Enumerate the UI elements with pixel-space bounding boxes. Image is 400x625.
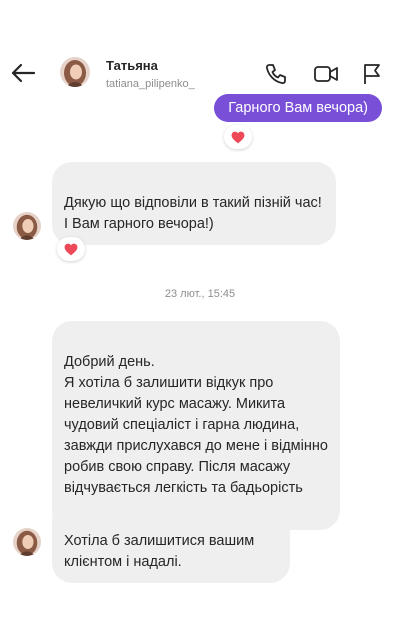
sender-avatar[interactable] xyxy=(13,528,41,556)
incoming-message[interactable]: Дякую що відповіли в такий пізній час! І… xyxy=(52,162,336,245)
heart-icon xyxy=(231,131,245,143)
message-text: Гарного Вам вечора) xyxy=(228,100,368,116)
sender-avatar[interactable] xyxy=(13,212,41,240)
message-reaction[interactable] xyxy=(57,237,85,261)
message-text: Дякую що відповіли в такий пізній час! І… xyxy=(64,195,322,232)
contact-username: tatiana_pilipenko_ xyxy=(106,78,195,90)
flag-icon xyxy=(364,64,380,84)
message-reaction[interactable] xyxy=(224,125,252,149)
message-timestamp: 23 лют., 15:45 xyxy=(164,288,236,300)
contact-name: Татьяна xyxy=(106,58,158,73)
contact-avatar[interactable] xyxy=(60,57,90,87)
incoming-message[interactable]: Хотіла б залишитися вашим клієнтом і над… xyxy=(52,500,290,583)
message-text: Хотіла б залишитися вашим клієнтом і над… xyxy=(64,533,255,570)
video-camera-icon xyxy=(314,66,338,82)
outgoing-message[interactable]: Гарного Вам вечора) xyxy=(214,94,382,122)
phone-icon xyxy=(265,64,286,85)
chat-header: Татьяна tatiana_pilipenko_ xyxy=(0,0,400,100)
video-call-button[interactable] xyxy=(312,60,340,88)
heart-icon xyxy=(64,243,78,255)
report-button[interactable] xyxy=(358,60,386,88)
message-text: Добрий день. Я хотіла б залишити відкук … xyxy=(64,354,328,517)
incoming-message[interactable]: Добрий день. Я хотіла б залишити відкук … xyxy=(52,321,340,530)
back-arrow-icon xyxy=(11,63,36,83)
back-button[interactable] xyxy=(8,60,38,86)
audio-call-button[interactable] xyxy=(262,60,290,88)
